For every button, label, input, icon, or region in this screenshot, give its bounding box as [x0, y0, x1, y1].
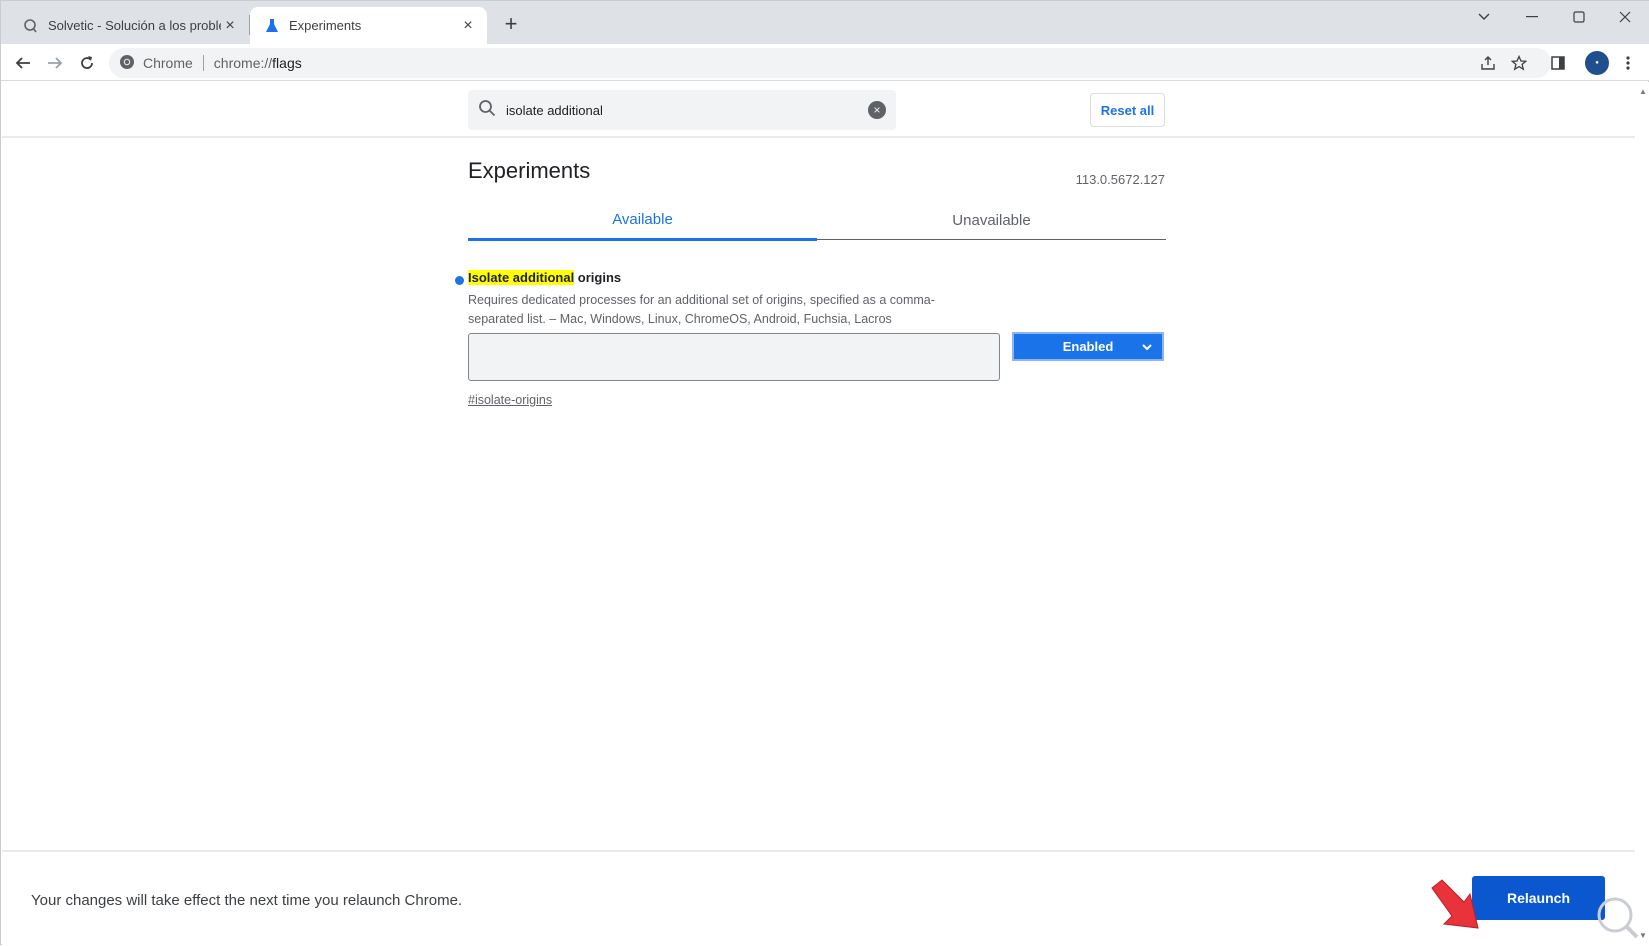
forward-arrow-icon[interactable]: [41, 49, 69, 77]
tab-available[interactable]: Available: [468, 200, 817, 241]
minimize-icon[interactable]: [1509, 1, 1555, 33]
scroll-down-arrow-icon[interactable]: ▼: [1639, 931, 1647, 940]
solvetic-watermark-icon: [1597, 897, 1639, 939]
solvetic-favicon-icon: [23, 18, 39, 34]
red-arrow-icon: [1431, 879, 1479, 929]
maximize-icon[interactable]: [1556, 1, 1602, 33]
tab-title: Solvetic - Solución a los problem: [48, 18, 221, 33]
flag-entry: Isolate additional origins Requires dedi…: [455, 270, 1166, 407]
search-icon: [478, 99, 496, 122]
flask-icon: [264, 18, 280, 34]
relaunch-button[interactable]: Relaunch: [1472, 876, 1605, 920]
chevron-down-icon: [1140, 340, 1154, 354]
flag-name: Isolate additional origins: [468, 270, 1166, 285]
address-bar[interactable]: Chrome chrome://flags: [109, 48, 1551, 78]
more-menu-icon[interactable]: [1617, 52, 1639, 74]
flag-anchor-link[interactable]: #isolate-origins: [468, 393, 552, 407]
new-tab-button[interactable]: +: [499, 13, 523, 37]
tab-unavailable[interactable]: Unavailable: [817, 200, 1166, 240]
tab-close-icon[interactable]: ×: [221, 17, 239, 35]
tab-strip: Solvetic - Solución a los problem × Expe…: [1, 1, 1649, 44]
browser-window: Solvetic - Solución a los problem × Expe…: [0, 0, 1649, 946]
search-value: isolate additional: [506, 102, 603, 118]
bookmark-star-icon[interactable]: [1508, 52, 1530, 74]
browser-toolbar: Chrome chrome://flags ●: [1, 44, 1649, 81]
url-path: flags: [272, 55, 302, 71]
share-icon[interactable]: [1477, 52, 1499, 74]
tab-solvetic[interactable]: Solvetic - Solución a los problem ×: [9, 7, 249, 44]
close-window-icon[interactable]: [1602, 1, 1648, 33]
flag-tabs: Available Unavailable: [468, 200, 1166, 241]
clear-search-icon[interactable]: ×: [868, 101, 886, 119]
flag-description: Requires dedicated processes for an addi…: [468, 293, 935, 326]
reload-icon[interactable]: [73, 49, 101, 77]
origins-textarea[interactable]: [468, 333, 1000, 381]
scrollbar[interactable]: [1635, 82, 1649, 946]
search-header: isolate additional × Reset all: [2, 82, 1635, 138]
page-title: Experiments: [468, 158, 591, 183]
profile-avatar[interactable]: ●: [1585, 51, 1609, 75]
reset-all-button[interactable]: Reset all: [1090, 93, 1165, 127]
tab-title: Experiments: [289, 18, 362, 33]
url-scheme: chrome://: [213, 55, 273, 71]
tab-search-chevron-icon[interactable]: [1461, 1, 1507, 33]
url-text: chrome://flags: [214, 55, 302, 71]
scroll-up-arrow-icon[interactable]: ▲: [1639, 87, 1647, 96]
chrome-chip: Chrome: [143, 55, 193, 71]
tab-experiments[interactable]: Experiments ×: [250, 7, 487, 44]
tab-close-icon[interactable]: ×: [459, 17, 477, 35]
relaunch-message: Your changes will take effect the next t…: [31, 892, 463, 909]
omnibox-divider: [202, 55, 204, 71]
flag-search-input[interactable]: isolate additional ×: [468, 90, 896, 130]
modified-indicator-dot: [455, 276, 464, 285]
chrome-logo-icon: [119, 54, 135, 73]
relaunch-bar: Your changes will take effect the next t…: [2, 850, 1635, 946]
flag-name-highlight: Isolate additional: [468, 270, 575, 285]
flag-state-select[interactable]: Enabled: [1012, 332, 1164, 361]
side-panel-icon[interactable]: [1547, 52, 1569, 74]
back-arrow-icon[interactable]: [9, 49, 37, 77]
flags-page: isolate additional × Reset all Experimen…: [2, 82, 1635, 946]
version-label: 113.0.5672.127: [1075, 172, 1165, 187]
select-value: Enabled: [1062, 339, 1114, 354]
flag-name-rest: origins: [574, 270, 622, 285]
